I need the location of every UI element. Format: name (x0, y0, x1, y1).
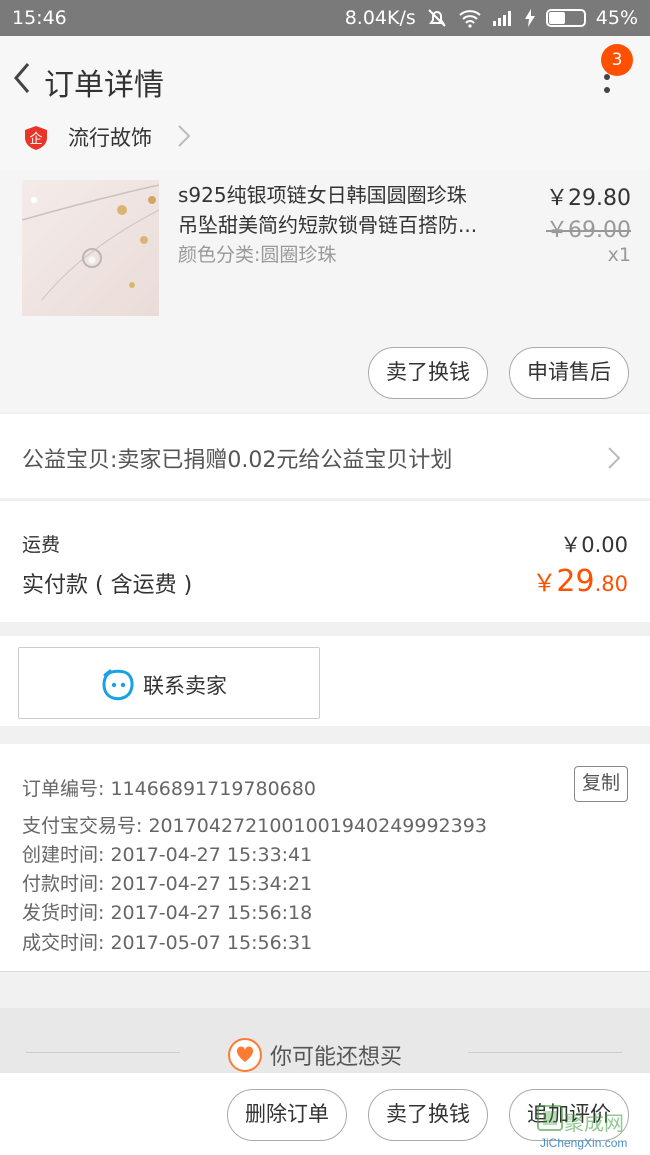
copy-button[interactable]: 复制 (574, 766, 628, 802)
alipay-trade-number: 支付宝交易号: 2017042721001001940249992393 (22, 815, 487, 837)
heart-icon (228, 1038, 262, 1072)
page-title: 订单详情 (44, 68, 164, 103)
product-thumbnail[interactable] (22, 180, 159, 316)
battery-level: 45% (595, 7, 638, 29)
order-info: 订单编号: 11466891719780680 支付宝交易号: 20170427… (0, 744, 650, 972)
nav-bar: 订单详情 (0, 36, 650, 124)
network-speed: 8.04K/s (344, 7, 416, 29)
enterprise-shop-icon: 企 (25, 126, 47, 150)
recommend-header: 你可能还想买 (0, 1008, 650, 1072)
charging-icon (524, 9, 535, 27)
divider (26, 1052, 180, 1053)
contact-seller-button[interactable]: 联系卖家 (18, 647, 320, 719)
chevron-right-icon (608, 447, 621, 469)
site-watermark: 聚成网 JiChengXin.com (534, 1100, 650, 1155)
recommend-label: 你可能还想买 (270, 1045, 403, 1070)
order-number: 订单编号: 11466891719780680 (22, 778, 316, 800)
back-icon[interactable] (8, 58, 38, 98)
status-bar: 15:46 8.04K/s 45% (0, 0, 650, 36)
watermark-brand: 聚成网 (564, 1111, 624, 1135)
product-original-price: ￥69.00 (546, 218, 631, 243)
signal-icon (492, 11, 511, 26)
shipping-value: ￥0.00 (560, 533, 628, 557)
charity-row[interactable]: 公益宝贝:卖家已捐赠0.02元给公益宝贝计划 (0, 414, 650, 498)
product-title-line1: s925纯银项链女日韩国圆圈珍珠 (178, 183, 467, 207)
contact-section: 联系卖家 (0, 636, 650, 726)
product-title: s925纯银项链女日韩国圆圈珍珠 吊坠甜美简约短款锁骨链百搭防... (178, 180, 518, 240)
more-menu-icon[interactable] (598, 74, 616, 114)
contact-seller-label: 联系卖家 (143, 674, 227, 698)
after-sale-button[interactable]: 申请售后 (509, 347, 629, 399)
sell-for-cash-button[interactable]: 卖了换钱 (368, 347, 488, 399)
svg-text:企: 企 (29, 131, 42, 147)
shipped-time: 发货时间: 2017-04-27 15:56:18 (22, 902, 313, 924)
mute-icon (428, 9, 446, 27)
sell-for-cash-button[interactable]: 卖了换钱 (368, 1089, 488, 1141)
paid-currency: ￥ (532, 569, 557, 597)
delete-order-button[interactable]: 删除订单 (227, 1089, 347, 1141)
product-sku: 颜色分类:圆圈珍珠 (178, 244, 337, 266)
chevron-right-icon (178, 125, 191, 147)
completed-time: 成交时间: 2017-05-07 15:56:31 (22, 932, 313, 954)
paid-amount: ￥29.80 (532, 563, 628, 599)
paid-label: 实付款 ( 含运费 ) (22, 573, 193, 598)
watermark-logo-icon (537, 1105, 563, 1131)
payment-summary: 运费 ￥0.00 实付款 ( 含运费 ) ￥29.80 (0, 500, 650, 622)
paid-time: 付款时间: 2017-04-27 15:34:21 (22, 873, 313, 895)
product-title-line2: 吊坠甜美简约短款锁骨链百搭防... (178, 213, 478, 237)
chat-face-icon (102, 669, 134, 701)
wifi-icon (459, 10, 481, 28)
shop-name: 流行故饰 (68, 126, 152, 150)
divider (468, 1052, 622, 1053)
product-quantity: x1 (607, 244, 631, 266)
product-price: ￥29.80 (546, 186, 631, 211)
created-time: 创建时间: 2017-04-27 15:33:41 (22, 844, 313, 866)
shop-row[interactable]: 企 流行故饰 (0, 122, 650, 170)
charity-text: 公益宝贝:卖家已捐赠0.02元给公益宝贝计划 (22, 448, 453, 473)
message-badge[interactable]: 3 (601, 44, 633, 76)
paid-integer: 29 (556, 564, 595, 599)
shipping-label: 运费 (22, 534, 61, 556)
paid-decimal: .80 (594, 572, 628, 596)
status-time: 15:46 (12, 7, 67, 29)
watermark-url: JiChengXin.com (540, 1136, 628, 1150)
product-card[interactable]: s925纯银项链女日韩国圆圈珍珠 吊坠甜美简约短款锁骨链百搭防... 颜色分类:… (0, 170, 650, 412)
battery-icon (545, 9, 586, 27)
